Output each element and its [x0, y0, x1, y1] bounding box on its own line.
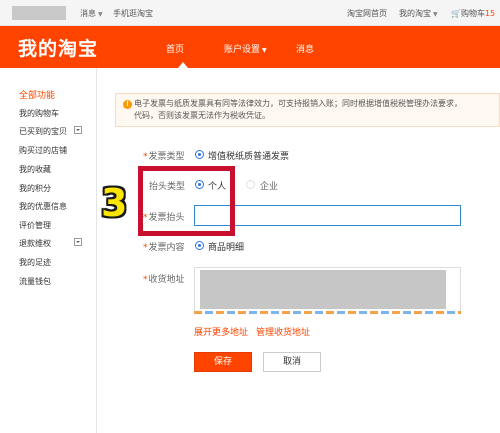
invoice-content-radio[interactable] — [195, 241, 204, 250]
chevron-down-icon: ▼ — [433, 11, 438, 18]
expand-toggle-icon[interactable] — [74, 238, 82, 246]
username-redacted — [12, 6, 66, 20]
cart-count: 15 — [484, 9, 496, 18]
annotation-highlight-box — [138, 166, 235, 236]
expand-toggle-icon[interactable] — [74, 126, 82, 134]
header-type-company-option[interactable]: 企业 — [260, 179, 278, 192]
expand-addresses-link[interactable]: 展开更多地址 — [194, 325, 248, 338]
header-type-company-radio[interactable] — [246, 180, 255, 189]
manage-addresses-link[interactable]: 管理收货地址 — [256, 325, 310, 338]
cart-icon: 🛒 — [451, 9, 461, 18]
sidebar-item-data-wallet[interactable]: 流量钱包 — [19, 276, 51, 287]
sidebar-item-purchased[interactable]: 已买到的宝贝 — [19, 126, 67, 137]
invoice-content-option[interactable]: 商品明细 — [208, 240, 244, 253]
save-button[interactable]: 保存 — [194, 352, 252, 372]
nav-account-settings[interactable]: 账户设置 ▼ — [224, 42, 267, 55]
notice-text: 电子发票与纸质发票具有同等法律效力，可支持报销入账；同时根据增值税税管理办法要求… — [134, 99, 462, 120]
nav-home[interactable]: 首页 — [166, 42, 184, 55]
invoice-content-label: *发票内容 — [143, 243, 185, 253]
mytaobao-logo[interactable]: 我的淘宝 — [18, 34, 98, 61]
invoice-type-label: *发票类型 — [143, 152, 185, 162]
mytaobao-menu[interactable]: 我的淘宝 ▼ — [399, 8, 438, 19]
sidebar-item-favorites[interactable]: 我的收藏 — [19, 164, 51, 175]
shipping-address-label: *收货地址 — [143, 275, 185, 285]
active-nav-indicator — [178, 62, 188, 68]
info-icon: ! — [123, 100, 132, 109]
chevron-down-icon: ▼ — [98, 11, 103, 18]
sidebar-item-refunds[interactable]: 退款维权 — [19, 238, 51, 249]
sidebar-item-reviews[interactable]: 评价管理 — [19, 220, 51, 231]
sidebar: 全部功能 我的购物车 已买到的宝贝 购买过的店铺 我的收藏 我的积分 我的优惠信… — [0, 68, 97, 433]
messages-menu[interactable]: 消息 ▼ — [80, 8, 103, 19]
address-redacted — [200, 270, 446, 309]
invoice-notice: ! 电子发票与纸质发票具有同等法律效力，可支持报销入账；同时根据增值税税管理办法… — [115, 93, 500, 127]
nav-messages[interactable]: 消息 — [296, 42, 314, 55]
sidebar-item-cart[interactable]: 我的购物车 — [19, 108, 59, 119]
address-card-stripe — [194, 311, 461, 314]
sidebar-title[interactable]: 全部功能 — [19, 88, 55, 101]
cart-link[interactable]: 🛒购物车15 — [451, 8, 495, 19]
annotation-step-number: 3 — [101, 181, 128, 225]
sidebar-item-points[interactable]: 我的积分 — [19, 183, 51, 194]
invoice-type-option[interactable]: 增值税纸质普通发票 — [208, 149, 289, 162]
main-header: 我的淘宝 首页 账户设置 ▼ 消息 — [0, 26, 500, 68]
chevron-down-icon: ▼ — [262, 47, 267, 54]
sidebar-item-shops[interactable]: 购买过的店铺 — [19, 145, 67, 156]
sidebar-item-footprints[interactable]: 我的足迹 — [19, 257, 51, 268]
mobile-taobao-link[interactable]: 手机逛淘宝 — [113, 8, 153, 19]
top-utility-bar: 消息 ▼ 手机逛淘宝 淘宝网首页 我的淘宝 ▼ 🛒购物车15 — [0, 0, 500, 26]
invoice-type-radio[interactable] — [195, 150, 204, 159]
taobao-home-link[interactable]: 淘宝网首页 — [347, 8, 387, 19]
sidebar-item-coupons[interactable]: 我的优惠信息 — [19, 201, 67, 212]
cancel-button[interactable]: 取消 — [263, 352, 321, 372]
